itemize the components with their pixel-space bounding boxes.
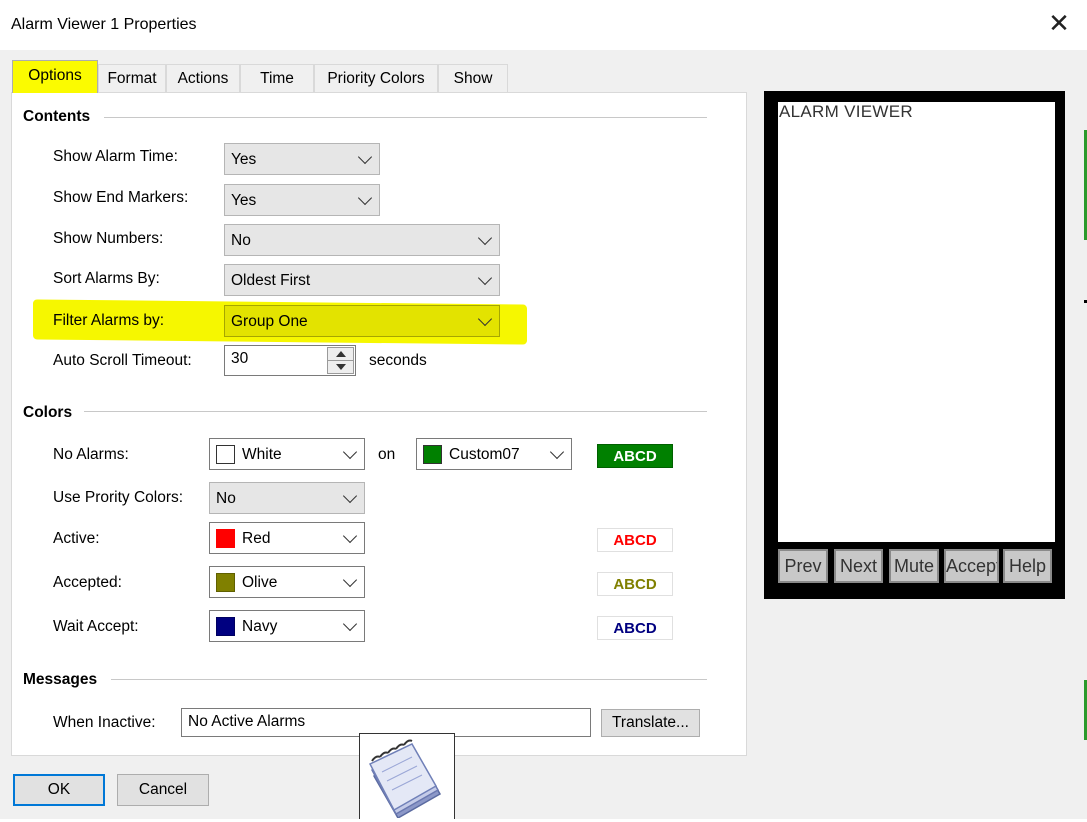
wait-accept-label: Wait Accept: xyxy=(53,618,139,635)
cancel-button[interactable]: Cancel xyxy=(117,774,209,806)
tab-actions[interactable]: Actions xyxy=(166,64,240,92)
no-alarms-fg-select[interactable]: White xyxy=(209,438,365,470)
messages-divider xyxy=(111,679,707,680)
select-value: Yes xyxy=(231,192,257,209)
when-inactive-label: When Inactive: xyxy=(53,714,156,731)
color-swatch xyxy=(423,445,442,464)
use-priority-colors-select[interactable]: No xyxy=(209,482,365,514)
chevron-down-icon xyxy=(342,616,358,632)
chevron-down-icon xyxy=(357,190,373,206)
window-title: Alarm Viewer 1 Properties xyxy=(11,16,197,33)
preview-next-button: Next xyxy=(834,549,883,583)
on-label: on xyxy=(378,446,396,463)
messages-group-title: Messages xyxy=(23,671,98,688)
spinner-divider xyxy=(328,360,353,361)
seconds-label: seconds xyxy=(369,352,427,369)
chevron-down-icon xyxy=(342,528,358,544)
chevron-down-icon xyxy=(342,572,358,588)
tab-show[interactable]: Show xyxy=(438,64,508,92)
wait-accept-sample: ABCD xyxy=(597,616,673,640)
chevron-down-icon xyxy=(342,444,358,460)
tab-format[interactable]: Format xyxy=(98,64,166,92)
tab-options[interactable]: Options xyxy=(12,60,98,93)
color-swatch xyxy=(216,445,235,464)
tab-priority-colors[interactable]: Priority Colors xyxy=(314,64,438,92)
timeout-spinner[interactable] xyxy=(327,347,354,374)
select-value: Oldest First xyxy=(231,272,311,289)
preview-mute-button: Mute xyxy=(889,549,939,583)
input-value: 30 xyxy=(231,350,249,367)
contents-divider xyxy=(104,117,707,118)
color-swatch xyxy=(216,529,235,548)
select-value: Olive xyxy=(242,574,278,591)
chevron-down-icon xyxy=(342,488,358,504)
notepad-icon xyxy=(368,739,442,820)
spin-down-icon[interactable] xyxy=(336,364,346,370)
accepted-label: Accepted: xyxy=(53,574,122,591)
auto-scroll-timeout-label: Auto Scroll Timeout: xyxy=(53,352,192,369)
active-color-select[interactable]: Red xyxy=(209,522,365,554)
show-end-markers-label: Show End Markers: xyxy=(53,189,189,206)
preview-help-button: Help xyxy=(1003,549,1052,583)
select-value: No xyxy=(216,490,236,507)
show-alarm-time-select[interactable]: Yes xyxy=(224,143,380,175)
show-end-markers-select[interactable]: Yes xyxy=(224,184,380,216)
preview-accept-button: Accept xyxy=(944,549,999,583)
use-priority-colors-label: Use Prority Colors: xyxy=(53,489,184,506)
color-swatch xyxy=(216,573,235,592)
chevron-down-icon xyxy=(357,149,373,165)
contents-group-title: Contents xyxy=(23,108,91,125)
accepted-sample: ABCD xyxy=(597,572,673,596)
show-alarm-time-label: Show Alarm Time: xyxy=(53,148,178,165)
chevron-down-icon xyxy=(477,311,493,327)
select-value: White xyxy=(242,446,282,463)
select-value: No xyxy=(231,232,251,249)
sort-alarms-by-label: Sort Alarms By: xyxy=(53,270,160,287)
wait-accept-color-select[interactable]: Navy xyxy=(209,610,365,642)
chevron-down-icon xyxy=(549,444,565,460)
no-alarms-bg-select[interactable]: Custom07 xyxy=(416,438,572,470)
chevron-down-icon xyxy=(477,230,493,246)
tab-time[interactable]: Time xyxy=(240,64,314,92)
spin-up-icon[interactable] xyxy=(336,351,346,357)
active-sample: ABCD xyxy=(597,528,673,552)
notepad-tile[interactable] xyxy=(359,733,455,820)
select-value: Yes xyxy=(231,151,257,168)
select-value: Group One xyxy=(231,313,308,330)
show-numbers-select[interactable]: No xyxy=(224,224,500,256)
filter-alarms-by-label: Filter Alarms by: xyxy=(53,312,165,329)
colors-group-title: Colors xyxy=(23,404,73,421)
active-label: Active: xyxy=(53,530,100,547)
sort-alarms-by-select[interactable]: Oldest First xyxy=(224,264,500,296)
select-value: Navy xyxy=(242,618,278,635)
preview-prev-button: Prev xyxy=(778,549,828,583)
select-value: Custom07 xyxy=(449,446,520,463)
select-value: Red xyxy=(242,530,271,547)
close-button[interactable]: ✕ xyxy=(1046,10,1072,36)
preview-screen xyxy=(778,102,1055,542)
accepted-color-select[interactable]: Olive xyxy=(209,566,365,598)
ok-button[interactable]: OK xyxy=(13,774,105,806)
filter-alarms-by-select[interactable]: Group One xyxy=(224,305,500,337)
colors-divider xyxy=(84,411,707,412)
chevron-down-icon xyxy=(477,270,493,286)
no-alarms-label: No Alarms: xyxy=(53,446,129,463)
no-alarms-sample: ABCD xyxy=(597,444,673,468)
color-swatch xyxy=(216,617,235,636)
input-value: No Active Alarms xyxy=(188,713,306,730)
preview-title: ALARM VIEWER xyxy=(779,102,913,121)
translate-button[interactable]: Translate... xyxy=(601,709,700,737)
show-numbers-label: Show Numbers: xyxy=(53,230,164,247)
